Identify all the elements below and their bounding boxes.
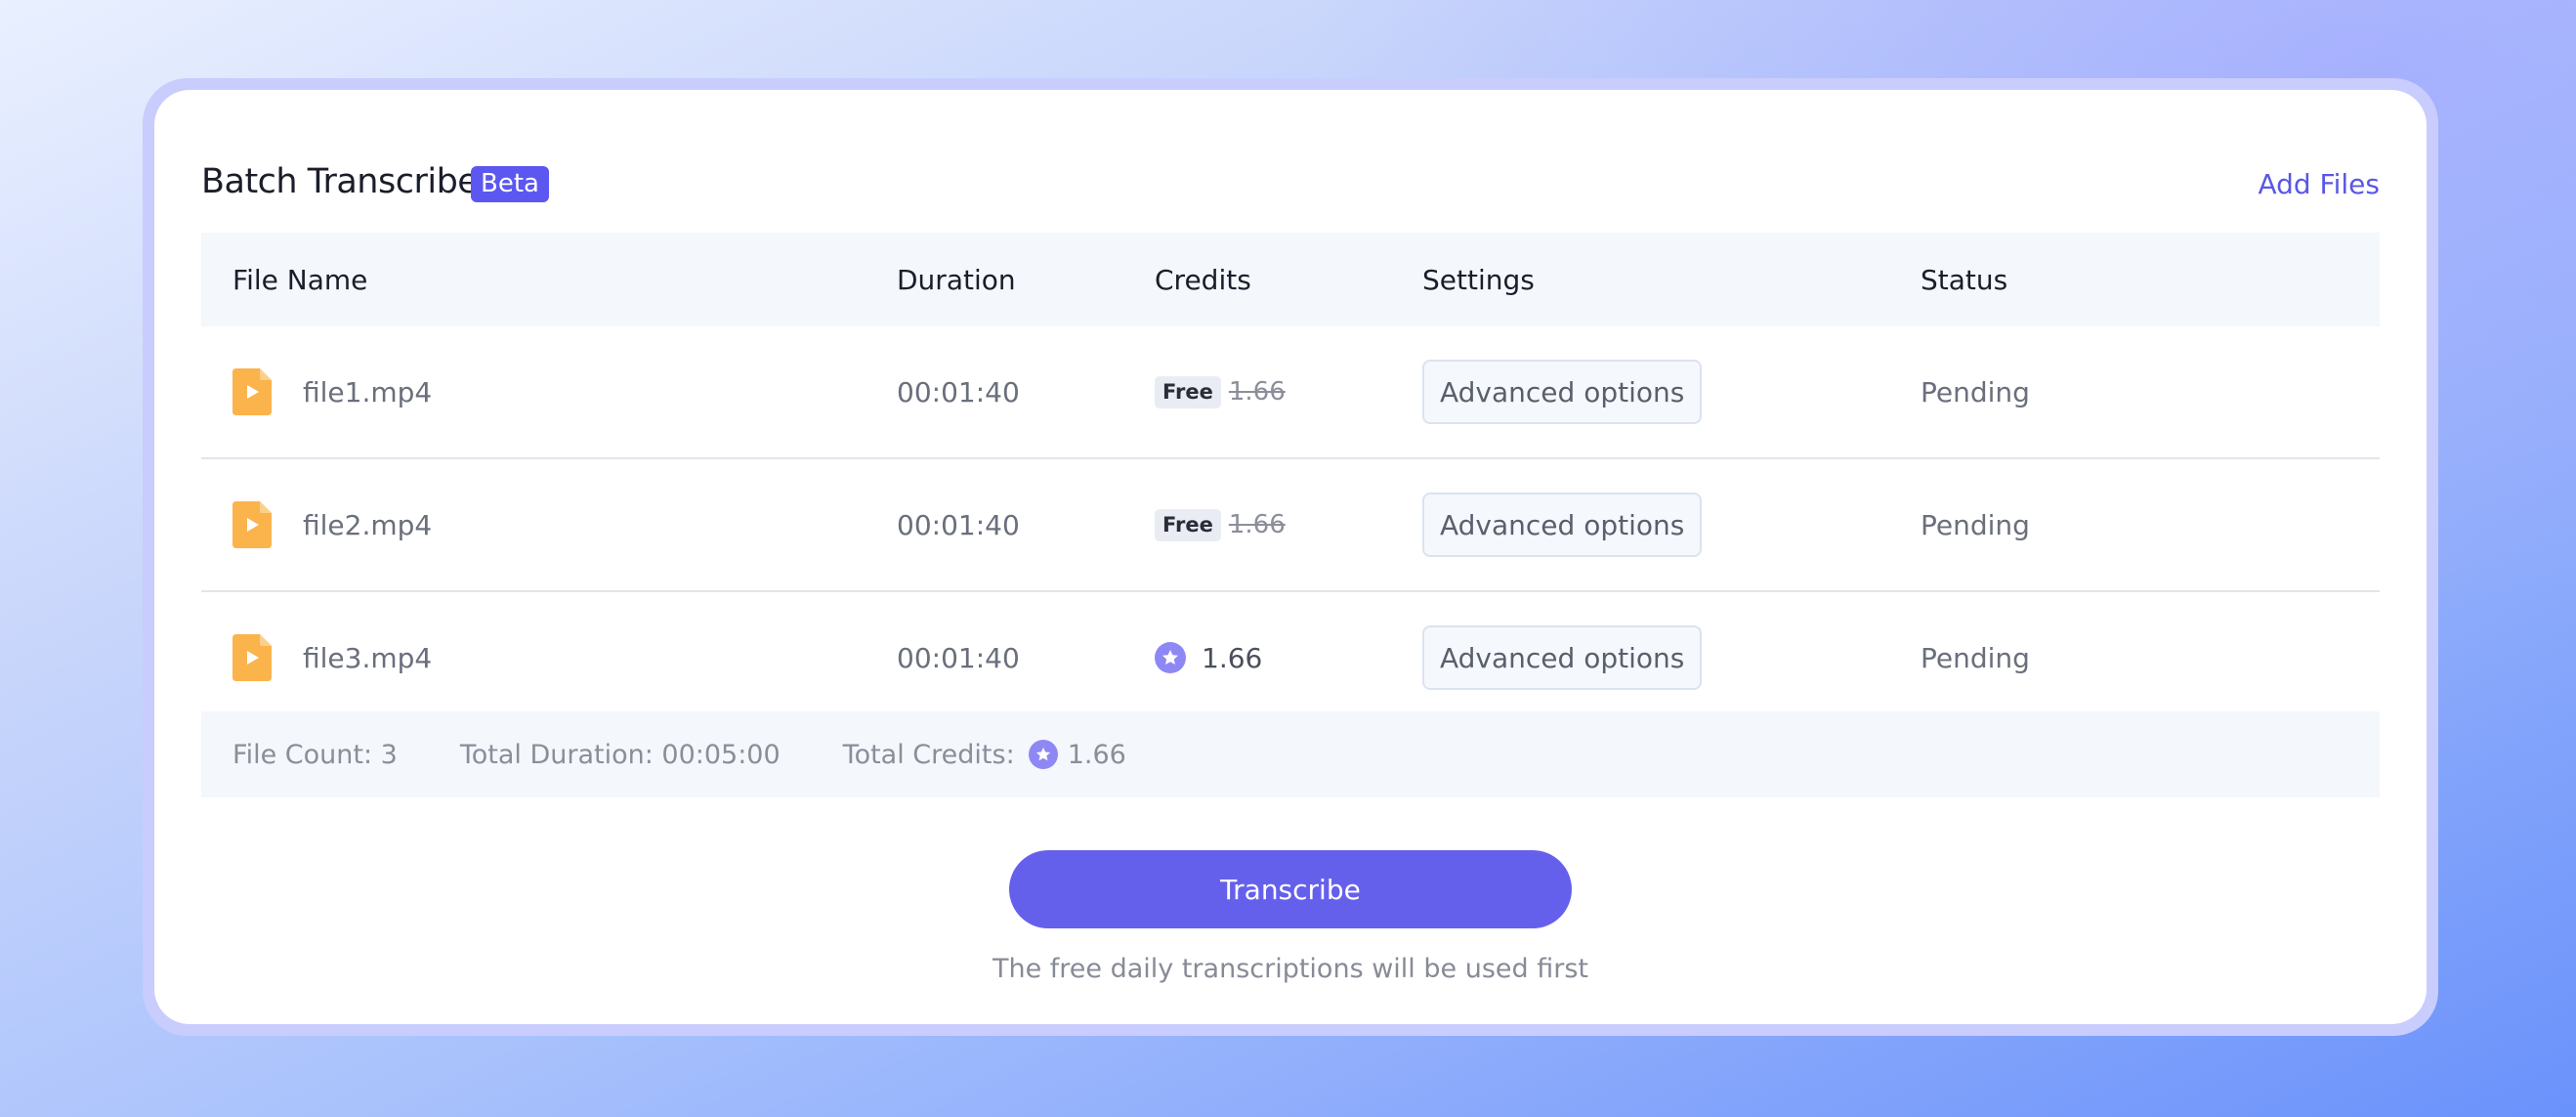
advanced-options-button[interactable]: Advanced options xyxy=(1422,360,1703,424)
add-files-button[interactable]: Add Files xyxy=(2258,168,2380,200)
credit-coin-icon xyxy=(1028,740,1058,769)
video-file-icon xyxy=(232,368,272,415)
status-cell: Pending xyxy=(1921,508,2030,541)
total-duration: Total Duration: 00:05:00 xyxy=(459,739,781,770)
free-transcriptions-note: The free daily transcriptions will be us… xyxy=(992,954,1588,984)
settings-cell: Advanced options xyxy=(1422,592,1703,723)
status-cell: Pending xyxy=(1921,375,2030,408)
advanced-options-button[interactable]: Advanced options xyxy=(1422,625,1703,690)
video-file-icon xyxy=(232,634,272,681)
beta-badge: Beta xyxy=(471,166,549,202)
free-tag: Free xyxy=(1155,375,1221,408)
credits-value-struck: 1.66 xyxy=(1228,510,1286,539)
table-row: file2.mp4 00:01:40 Free 1.66 Advanced op… xyxy=(201,459,2380,592)
file-name-cell: file1.mp4 xyxy=(232,326,432,457)
column-header-settings: Settings xyxy=(1422,263,1535,296)
total-credits: Total Credits: 1.66 xyxy=(843,740,1126,770)
credits-value-struck: 1.66 xyxy=(1228,377,1286,407)
duration-cell: 00:01:40 xyxy=(897,375,1020,408)
credits-cell: 1.66 xyxy=(1155,592,1262,723)
file-name: file2.mp4 xyxy=(303,508,433,541)
file-name: file3.mp4 xyxy=(303,641,433,674)
duration-cell: 00:01:40 xyxy=(897,641,1020,674)
table-header: File Name Duration Credits Settings Stat… xyxy=(201,233,2380,326)
file-count: File Count: 3 xyxy=(232,739,398,770)
table-row: file3.mp4 00:01:40 1.66 Advanced options… xyxy=(201,592,2380,723)
summary-bar: File Count: 3 Total Duration: 00:05:00 T… xyxy=(201,711,2380,797)
file-name-cell: file3.mp4 xyxy=(232,592,432,723)
page-title: Batch Transcribe xyxy=(201,162,479,201)
total-credits-label: Total Credits: xyxy=(842,739,1015,770)
column-header-file-name: File Name xyxy=(232,263,368,296)
transcribe-button[interactable]: Transcribe xyxy=(1009,850,1572,928)
column-header-status: Status xyxy=(1921,263,2008,296)
duration-cell: 00:01:40 xyxy=(897,508,1020,541)
column-header-duration: Duration xyxy=(897,263,1016,296)
status-cell: Pending xyxy=(1921,641,2030,674)
table-row: file1.mp4 00:01:40 Free 1.66 Advanced op… xyxy=(201,326,2380,459)
video-file-icon xyxy=(232,501,272,548)
settings-cell: Advanced options xyxy=(1422,326,1703,457)
credit-coin-icon xyxy=(1155,642,1186,673)
total-credits-value: 1.66 xyxy=(1067,739,1126,770)
free-tag: Free xyxy=(1155,508,1221,541)
files-table: File Name Duration Credits Settings Stat… xyxy=(201,233,2380,723)
card-header: Batch Transcribe Beta Add Files xyxy=(201,154,2380,217)
credits-cell: Free 1.66 xyxy=(1155,459,1286,590)
advanced-options-button[interactable]: Advanced options xyxy=(1422,493,1703,557)
file-name-cell: file2.mp4 xyxy=(232,459,432,590)
batch-transcribe-card: Batch Transcribe Beta Add Files File Nam… xyxy=(154,90,2427,1024)
settings-cell: Advanced options xyxy=(1422,459,1703,590)
credits-value: 1.66 xyxy=(1202,641,1263,674)
batch-transcribe-card-frame: Batch Transcribe Beta Add Files File Nam… xyxy=(143,78,2438,1036)
file-name: file1.mp4 xyxy=(303,375,433,408)
credits-cell: Free 1.66 xyxy=(1155,326,1286,457)
column-header-credits: Credits xyxy=(1155,263,1251,296)
